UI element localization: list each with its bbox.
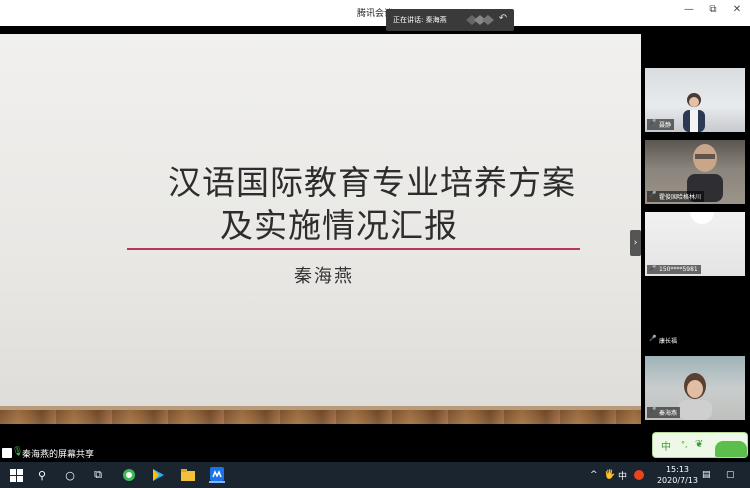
slide-divider	[127, 248, 580, 250]
slide-wood-floor	[0, 406, 641, 424]
window-controls: — ⧉ ✕	[682, 4, 744, 15]
minimize-button[interactable]: —	[682, 4, 696, 15]
ime-skin-icon[interactable]: ❦	[695, 439, 703, 450]
participant-video	[678, 373, 712, 420]
speaking-indicator: 正在讲话: 秦海燕 ↶	[386, 9, 514, 31]
cortana-icon[interactable]: ○	[62, 467, 78, 483]
window-title: 腾讯会议	[356, 9, 393, 19]
participant-tile[interactable]: 150****5981	[645, 212, 745, 276]
taskbar: ⚲ ○ ⧉ ^ 🖐 中 15:13 2020/7/13 ▤ ▢	[0, 462, 750, 488]
screen-share-label: 秦海燕的屏幕共享	[22, 450, 95, 460]
participant-tile[interactable]: 霍俊国哈格林川	[645, 140, 745, 204]
clock-date: 2020/7/13	[656, 476, 698, 485]
participant-tile[interactable]: 康长福	[645, 284, 745, 348]
slide-author: 秦海燕	[294, 266, 354, 287]
task-view-icon[interactable]: ⧉	[90, 467, 106, 483]
participant-name: 康长福	[647, 335, 681, 346]
search-icon[interactable]: ⚲	[34, 467, 50, 483]
windows-start-icon[interactable]	[8, 467, 24, 483]
screen-share-bar: 🎙 秦海燕的屏幕共享	[0, 444, 640, 462]
restore-button[interactable]: ⧉	[706, 4, 720, 15]
participant-tile[interactable]: 聂静	[645, 68, 745, 132]
microphone-icon: 🎙	[12, 447, 24, 457]
participant-video	[690, 212, 714, 224]
window-title-bar: 腾讯会议 — ⧉ ✕	[0, 0, 750, 26]
screen-share-icon	[2, 448, 12, 458]
speaking-label: 正在讲话: 秦海燕	[393, 16, 447, 24]
clock-time: 15:13	[665, 465, 690, 474]
slide-title-line1: 汉语国际教育专业培养方案	[168, 163, 576, 202]
tray-overflow-button[interactable]: ^	[590, 462, 598, 488]
tray-sogou-icon[interactable]	[634, 462, 644, 488]
ime-punctuation-icon[interactable]: °,	[681, 440, 688, 449]
participant-name: 秦海燕	[647, 407, 681, 418]
slide-title-line2: 及实施情况汇报	[220, 206, 458, 245]
ime-float-bar[interactable]: 中 °, ❦	[652, 432, 748, 458]
shared-slide: 汉语国际教育专业培养方案 及实施情况汇报 秦海燕	[0, 34, 641, 424]
ime-decoration-icon	[715, 441, 747, 457]
tencent-meeting-icon[interactable]	[209, 467, 225, 483]
audio-wave-icon	[466, 15, 494, 25]
participant-video	[683, 93, 705, 132]
collapse-panel-button[interactable]: ›	[630, 230, 641, 256]
participant-name: 聂静	[647, 119, 675, 130]
media-player-icon[interactable]	[150, 467, 166, 483]
360-browser-icon[interactable]	[121, 467, 137, 483]
participant-tile[interactable]: 秦海燕	[645, 356, 745, 420]
participant-name: 150****5981	[647, 265, 701, 274]
close-button[interactable]: ✕	[730, 4, 744, 15]
return-icon[interactable]: ↶	[496, 12, 510, 26]
ime-language-label[interactable]: 中	[661, 438, 671, 453]
taskbar-clock[interactable]: 15:13 2020/7/13	[657, 464, 698, 486]
tray-ime-label[interactable]: 中	[618, 462, 627, 488]
notepad-icon[interactable]: ▤	[702, 462, 711, 488]
file-explorer-icon[interactable]	[180, 467, 196, 483]
action-center-icon[interactable]: ▢	[726, 462, 735, 488]
participant-name: 霍俊国哈格林川	[647, 191, 705, 202]
tray-user-icon[interactable]: 🖐	[604, 462, 615, 488]
